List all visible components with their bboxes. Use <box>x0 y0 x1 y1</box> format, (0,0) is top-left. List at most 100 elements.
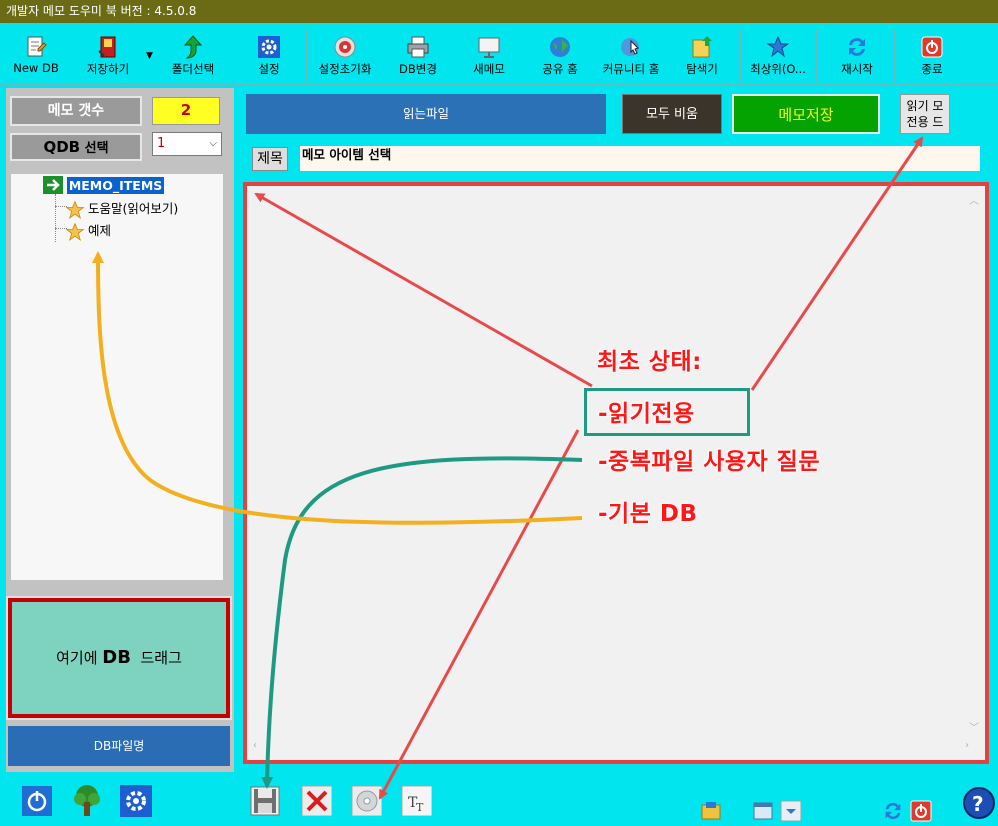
close-icon <box>301 785 333 817</box>
memo-tree[interactable]: MEMO_ITEMS 도움말(읽어보기) 예제 <box>11 174 223 580</box>
power-button[interactable] <box>22 786 52 819</box>
monitor-icon <box>478 37 500 58</box>
settings-button[interactable]: 설정 <box>234 31 304 81</box>
floppy-disk-icon <box>250 786 280 816</box>
text-format-icon: TT <box>401 785 433 817</box>
tree-connector <box>55 194 56 242</box>
tree-item-label: 도움말(읽어보기) <box>88 201 179 216</box>
share-home-label: 공유 홈 <box>542 62 578 76</box>
tree-root-memo-items[interactable]: MEMO_ITEMS <box>43 176 165 196</box>
window-title: 개발자 메모 도우미 북 버전 : 4.5.0.8 <box>6 4 197 18</box>
restart-button[interactable]: 재시작 <box>822 31 892 81</box>
title-field[interactable]: 메모 아이템 선택 <box>300 146 980 171</box>
toolbar-separator <box>894 29 895 81</box>
topmost-label: 최상위(O... <box>750 62 806 76</box>
explorer-button[interactable]: 탐색기 <box>667 31 737 81</box>
memo-count-value: 2 <box>152 97 220 125</box>
tree-item-label: 예제 <box>88 223 112 238</box>
tree-icon <box>74 785 100 816</box>
qdb-select-label: QDB 선택 <box>10 133 142 161</box>
memo-count-label: 메모 갯수 <box>10 96 142 126</box>
reset-settings-label: 설정초기화 <box>318 62 372 76</box>
share-home-button[interactable]: 공유 홈 <box>525 31 595 81</box>
globe-icon <box>550 37 570 57</box>
delete-button[interactable] <box>301 785 333 819</box>
window-title-bar: 개발자 메모 도우미 북 버전 : 4.5.0.8 <box>0 0 998 23</box>
clear-all-button[interactable]: 모두 비움 <box>622 94 722 134</box>
restart-label: 재시작 <box>841 62 873 76</box>
help-button[interactable]: ? <box>962 786 996 823</box>
text-format-button[interactable]: TT <box>401 785 433 819</box>
db-drop-zone[interactable]: 여기에 DB 드래그 <box>6 596 232 720</box>
title-label: 제목 <box>252 147 288 171</box>
printer-icon <box>407 36 429 58</box>
topmost-button[interactable]: 최상위(O... <box>743 31 813 81</box>
folder-select-label: 폴더선택 <box>171 62 215 76</box>
scroll-up-icon[interactable]: ︿ <box>969 192 979 207</box>
green-arrow-up-icon <box>183 35 203 59</box>
new-document-icon <box>27 36 47 57</box>
pin-star-icon <box>766 35 790 58</box>
scroll-down-icon[interactable]: ﹀ <box>969 719 979 734</box>
save-book-icon <box>98 36 116 58</box>
db-change-button[interactable]: DB변경 <box>383 31 453 81</box>
readonly-mode-toggle[interactable]: 읽기 모 전용 드 <box>900 94 950 134</box>
annotation-read-only: -읽기전용 <box>598 401 695 427</box>
reset-settings-button[interactable]: 설정초기화 <box>310 31 380 81</box>
file-icon-button[interactable] <box>700 800 722 825</box>
window-icon-button[interactable] <box>752 800 774 825</box>
community-home-button[interactable]: 커뮤니티 홈 <box>596 31 666 81</box>
gear-icon <box>258 36 280 58</box>
db-filename-button[interactable]: DB파일명 <box>8 726 230 766</box>
vertical-scrollbar[interactable]: ︿ ﹀ <box>965 190 981 736</box>
chevron-down-icon[interactable]: ▼ <box>146 51 153 61</box>
power-icon <box>22 786 52 816</box>
qdb-dropdown[interactable]: 1 ⌵ <box>152 132 222 156</box>
toolbar-separator <box>816 29 817 81</box>
save-memo-button[interactable]: 메모저장 <box>732 94 880 134</box>
refresh-icon <box>885 802 901 820</box>
tree-root-label: MEMO_ITEMS <box>66 176 165 194</box>
new-db-button[interactable]: New DB <box>1 31 71 81</box>
save-as-label: 저장하기 <box>86 62 130 76</box>
green-arrow-right-icon <box>43 176 63 194</box>
new-db-label: New DB <box>13 61 59 75</box>
tree-button[interactable] <box>70 784 104 821</box>
scroll-left-icon[interactable]: ‹ <box>253 740 257 751</box>
svg-text:?: ? <box>972 792 984 816</box>
refresh-small-button[interactable] <box>882 800 904 825</box>
toolbar-separator <box>231 29 232 81</box>
community-home-label: 커뮤니티 홈 <box>602 62 660 76</box>
save-disk-button[interactable] <box>250 786 280 819</box>
db-change-label: DB변경 <box>399 62 437 76</box>
help-icon: ? <box>963 787 995 819</box>
disc-icon <box>351 785 383 817</box>
toolbar-separator <box>306 29 307 81</box>
left-panel: 메모 갯수 2 QDB 선택 1 ⌵ MEMO_ITEMS 도움말(읽어보기) … <box>6 88 234 772</box>
settings-bottom-button[interactable] <box>120 785 152 820</box>
tree-item[interactable]: 도움말(읽어보기) <box>65 198 179 219</box>
tree-item[interactable]: 예제 <box>65 220 112 241</box>
refresh-icon <box>849 38 865 56</box>
readonly-mode-line2: 전용 드 <box>906 115 944 129</box>
new-memo-button[interactable]: 새메모 <box>454 31 524 81</box>
power-icon <box>910 800 932 822</box>
new-memo-label: 새메모 <box>473 62 505 76</box>
exit-small-button[interactable] <box>910 800 932 825</box>
exit-button[interactable]: 종료 <box>897 31 967 81</box>
settings-label: 설정 <box>258 62 280 76</box>
folder-select-button[interactable]: 폴더선택 <box>158 31 228 81</box>
horizontal-scrollbar[interactable]: ‹ › <box>251 740 971 756</box>
dropdown-button[interactable] <box>780 800 802 825</box>
read-file-button[interactable]: 읽는파일 <box>246 94 606 134</box>
power-icon <box>921 36 943 58</box>
window-icon <box>753 802 773 820</box>
toolbar-separator <box>740 29 741 81</box>
save-as-button[interactable]: 저장하기 <box>73 31 143 81</box>
scroll-right-icon[interactable]: › <box>965 740 969 751</box>
toolbar: New DB 저장하기 ▼ 폴더선택 설정 설정초기화 DB변경 새메모 공유 … <box>0 23 998 85</box>
exit-label: 종료 <box>921 62 943 76</box>
chevron-down-icon: ⌵ <box>209 138 217 149</box>
globe-cursor-icon <box>621 38 639 56</box>
disc-button[interactable] <box>351 785 383 819</box>
